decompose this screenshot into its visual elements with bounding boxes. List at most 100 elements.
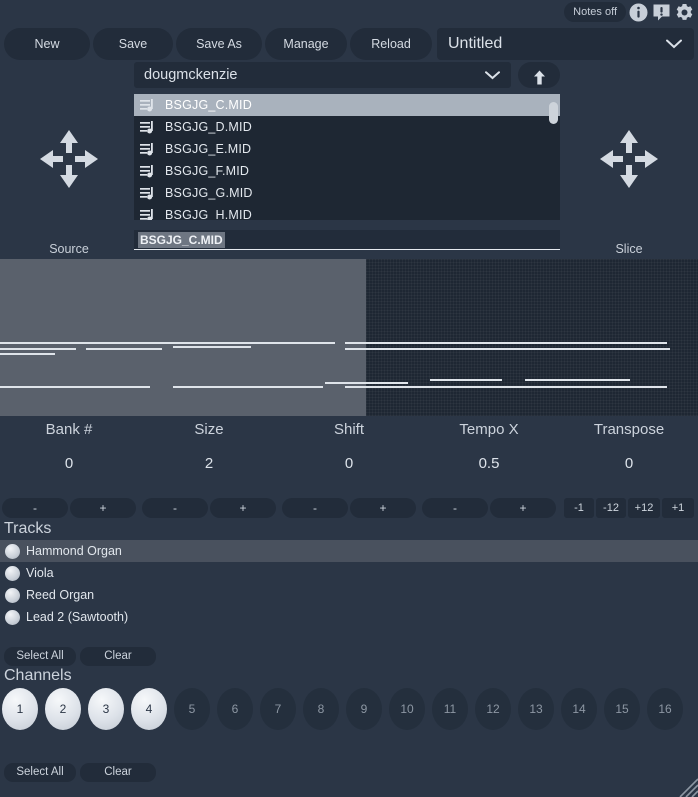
channel-button[interactable]: 7 (260, 688, 296, 730)
piano-roll-note (430, 379, 502, 381)
file-list-scrollbar-thumb[interactable] (549, 102, 558, 124)
channels-clear-button[interactable]: Clear (80, 763, 156, 782)
param-decrement-button[interactable]: - (282, 498, 348, 518)
channel-button[interactable]: 6 (217, 688, 253, 730)
track-list[interactable]: Hammond Organ Viola Reed Organ Lead 2 (Sawt… (0, 540, 698, 628)
param-decrement-button[interactable]: - (142, 498, 208, 518)
channel-button[interactable]: 11 (432, 688, 468, 730)
channel-buttons: 12345678910111213141516 (0, 688, 698, 730)
param-increment-button[interactable]: + (210, 498, 276, 518)
channel-button[interactable]: 14 (561, 688, 597, 730)
midi-file-icon (140, 98, 158, 113)
transpose-button[interactable]: +1 (662, 498, 694, 518)
folder-select[interactable]: dougmckenzie (134, 62, 511, 88)
chevron-down-icon (666, 39, 682, 49)
track-name: Hammond Organ (26, 544, 122, 558)
param-increment-button[interactable]: + (70, 498, 136, 518)
midi-file-icon (140, 208, 158, 221)
notes-off-button[interactable]: Notes off (564, 2, 626, 22)
track-name: Reed Organ (26, 588, 94, 602)
four-way-arrows-icon[interactable] (38, 128, 100, 190)
file-list-item[interactable]: BSGJG_E.MID (134, 138, 560, 160)
preset-select[interactable]: Untitled (437, 28, 694, 60)
save-button[interactable]: Save (93, 28, 173, 60)
channel-button[interactable]: 5 (174, 688, 210, 730)
reload-button[interactable]: Reload (350, 28, 432, 60)
channel-button[interactable]: 16 (647, 688, 683, 730)
param-increment-button[interactable]: + (350, 498, 416, 518)
file-list[interactable]: BSGJG_C.MID BSGJG_D.MID BSGJG_E.MID BSGJG_F… (134, 94, 560, 220)
manage-button[interactable]: Manage (265, 28, 347, 60)
save-as-button[interactable]: Save As (176, 28, 262, 60)
file-name: BSGJG_F.MID (165, 164, 249, 178)
piano-roll-note (345, 386, 667, 388)
track-toggle-dot[interactable] (5, 544, 20, 559)
channel-button[interactable]: 4 (131, 688, 167, 730)
slice-pad[interactable]: Slice (560, 120, 698, 256)
track-row[interactable]: Hammond Organ (0, 540, 698, 562)
param-increment-button[interactable]: + (490, 498, 556, 518)
piano-roll-display[interactable] (0, 256, 698, 416)
file-list-item[interactable]: BSGJG_D.MID (134, 116, 560, 138)
track-toggle-dot[interactable] (5, 588, 20, 603)
track-toggle-dot[interactable] (5, 566, 20, 581)
channels-heading: Channels (4, 667, 72, 685)
info-icon[interactable] (629, 3, 648, 22)
four-way-arrows-icon[interactable] (598, 128, 660, 190)
channel-button[interactable]: 2 (45, 688, 81, 730)
param-column: Tempo X0.5 (420, 416, 558, 484)
channel-button[interactable]: 3 (88, 688, 124, 730)
param-column: Size2 (140, 416, 278, 484)
track-name: Viola (26, 566, 54, 580)
slice-pad-label: Slice (560, 242, 698, 256)
filename-input[interactable]: BSGJG_C.MID (134, 230, 560, 250)
midi-file-icon (140, 164, 158, 179)
top-status-bar: Notes off (0, 0, 698, 26)
midi-file-icon (140, 186, 158, 201)
channel-button[interactable]: 1 (2, 688, 38, 730)
piano-roll-note (0, 348, 76, 350)
alert-icon[interactable] (652, 3, 671, 22)
piano-roll-note (325, 382, 408, 384)
transpose-button[interactable]: -12 (596, 498, 626, 518)
track-toggle-dot[interactable] (5, 610, 20, 625)
channels-select-all-button[interactable]: Select All (4, 763, 76, 782)
tracks-clear-button[interactable]: Clear (80, 647, 156, 666)
upload-button[interactable] (518, 62, 560, 88)
gear-icon[interactable] (675, 3, 694, 22)
track-row[interactable]: Lead 2 (Sawtooth) (0, 606, 698, 628)
track-name: Lead 2 (Sawtooth) (26, 610, 128, 624)
source-pad-label: Source (0, 242, 138, 256)
channel-button[interactable]: 12 (475, 688, 511, 730)
chevron-down-icon (485, 71, 501, 81)
channel-button[interactable]: 9 (346, 688, 382, 730)
transpose-button[interactable]: -1 (564, 498, 594, 518)
file-list-item[interactable]: BSGJG_H.MID (134, 204, 560, 220)
file-name: BSGJG_H.MID (165, 208, 252, 220)
track-row[interactable]: Viola (0, 562, 698, 584)
folder-name-value: dougmckenzie (144, 62, 238, 88)
param-label: Bank # (0, 416, 138, 444)
param-decrement-button[interactable]: - (422, 498, 488, 518)
file-list-item[interactable]: BSGJG_F.MID (134, 160, 560, 182)
param-value: 0.5 (420, 444, 558, 484)
channel-button[interactable]: 15 (604, 688, 640, 730)
param-column: Shift0 (280, 416, 418, 484)
resize-grip[interactable] (672, 771, 698, 797)
tracks-select-all-button[interactable]: Select All (4, 647, 76, 666)
param-label: Size (140, 416, 278, 444)
track-row[interactable]: Reed Organ (0, 584, 698, 606)
filename-value: BSGJG_C.MID (138, 232, 225, 248)
piano-roll-note (86, 348, 162, 350)
transpose-button[interactable]: +12 (628, 498, 660, 518)
folder-toolbar: dougmckenzie (0, 62, 698, 88)
file-list-item[interactable]: BSGJG_C.MID (134, 94, 560, 116)
channel-button[interactable]: 13 (518, 688, 554, 730)
channel-button[interactable]: 8 (303, 688, 339, 730)
file-name: BSGJG_D.MID (165, 120, 252, 134)
channel-button[interactable]: 10 (389, 688, 425, 730)
new-button[interactable]: New (4, 28, 90, 60)
source-pad[interactable]: Source (0, 120, 138, 256)
param-decrement-button[interactable]: - (2, 498, 68, 518)
file-list-item[interactable]: BSGJG_G.MID (134, 182, 560, 204)
